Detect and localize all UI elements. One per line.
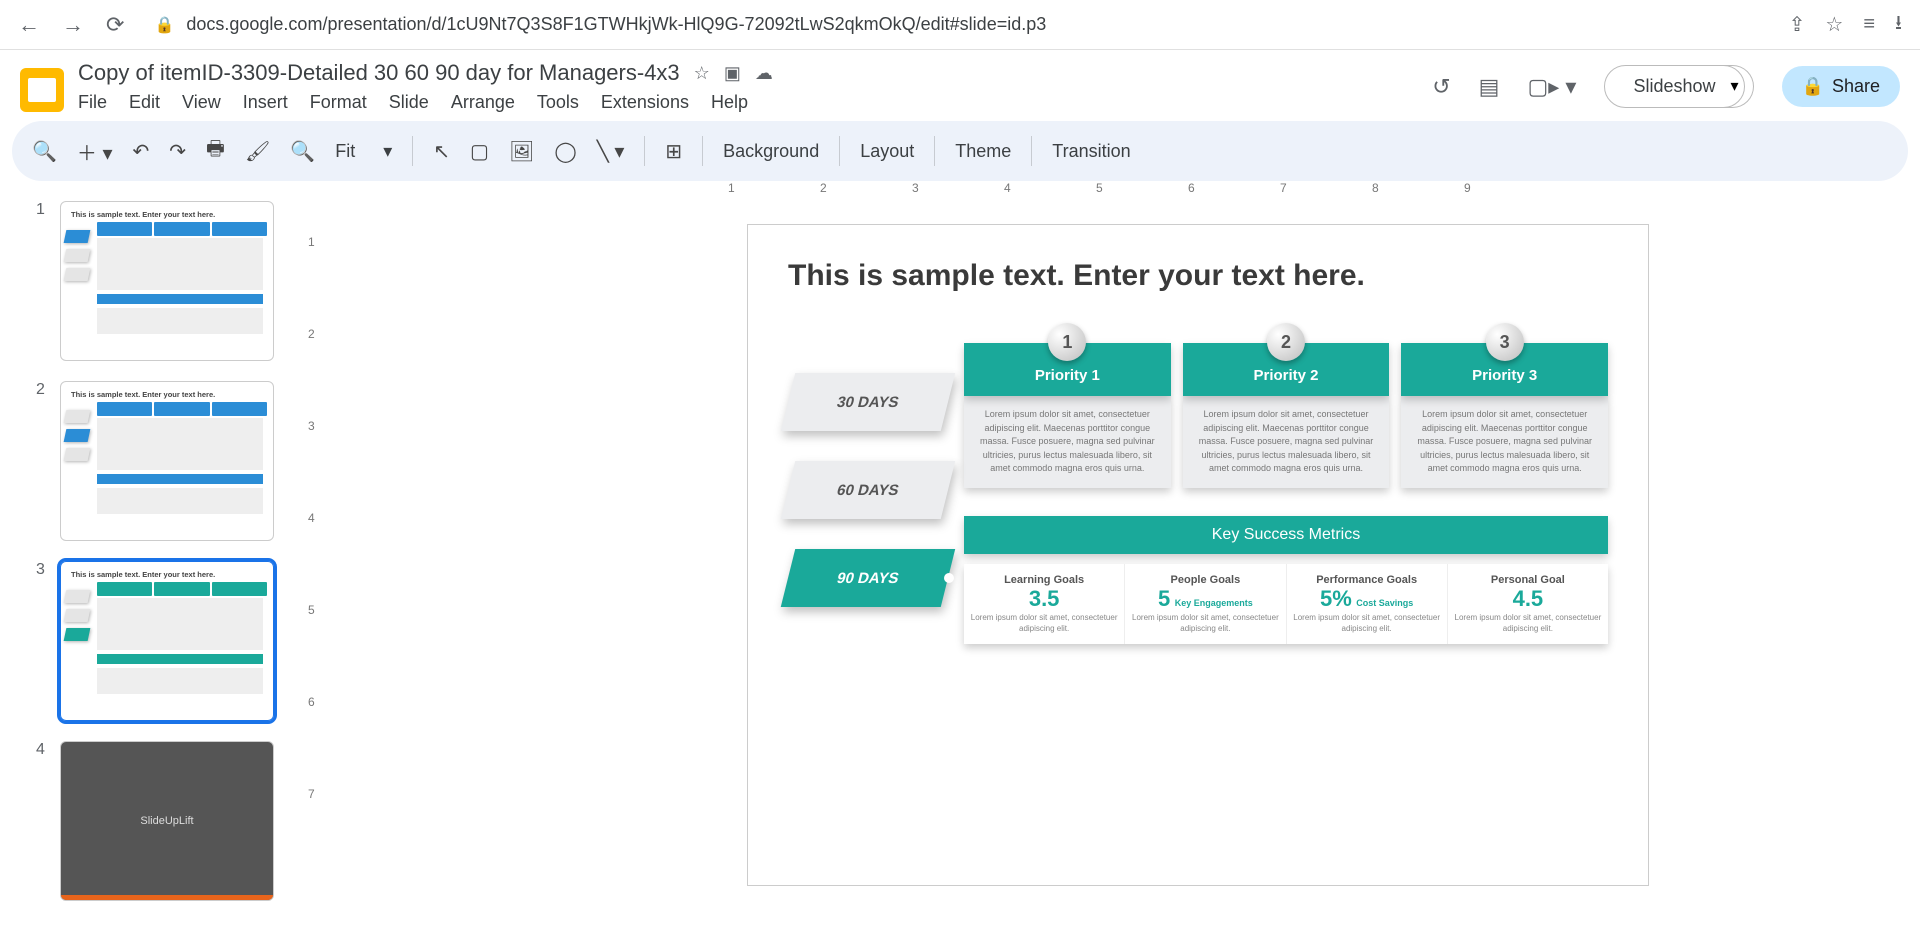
zoom-icon[interactable]: 🔍 (290, 139, 315, 164)
canvas-area: 123456789 1234567 This is sample text. E… (288, 181, 1920, 931)
ruler-vertical: 1234567 (308, 205, 328, 931)
transition-button[interactable]: Transition (1052, 141, 1130, 162)
metrics-header[interactable]: Key Success Metrics (964, 516, 1608, 554)
comments-icon[interactable]: ▤ (1479, 74, 1500, 100)
lock-icon: 🔒 (154, 15, 174, 35)
history-icon[interactable]: ↺ (1432, 74, 1450, 100)
slide-thumb-4[interactable]: SlideUpLift (60, 741, 274, 901)
menu-slide[interactable]: Slide (389, 92, 429, 113)
priority-column[interactable]: 2Priority 2 Lorem ipsum dolor sit amet, … (1183, 343, 1390, 488)
priority-badge: 2 (1267, 323, 1305, 361)
undo-button[interactable]: ↶ (133, 139, 150, 164)
slide-title[interactable]: This is sample text. Enter your text her… (788, 259, 1608, 293)
priority-text[interactable]: Lorem ipsum dolor sit amet, consectetuer… (1183, 396, 1390, 488)
back-button[interactable]: ← (18, 12, 40, 38)
tab-90-days[interactable]: 90 DAYS (781, 549, 955, 607)
workspace: 1 This is sample text. Enter your text h… (0, 181, 1920, 931)
star-icon[interactable]: ☆ (694, 63, 710, 84)
document-title[interactable]: Copy of itemID-3309-Detailed 30 60 90 da… (78, 60, 680, 86)
metric-column[interactable]: Performance Goals 5% Cost Savings Lorem … (1287, 564, 1448, 644)
download-icon[interactable]: ⭳ (1895, 8, 1902, 42)
image-tool[interactable]: 🖼 (509, 139, 534, 164)
slideshow-dropdown[interactable]: ▾ (1717, 65, 1754, 108)
menu-file[interactable]: File (78, 92, 107, 113)
slide-thumb-3[interactable]: This is sample text. Enter your text her… (60, 561, 274, 721)
menu-bar: File Edit View Insert Format Slide Arran… (78, 92, 1432, 113)
redo-button[interactable]: ↷ (169, 139, 186, 164)
background-button[interactable]: Background (723, 141, 819, 162)
priority-text[interactable]: Lorem ipsum dolor sit amet, consectetuer… (1401, 396, 1608, 488)
present-camera-icon[interactable]: ▢▸ ▾ (1527, 74, 1576, 100)
tab-30-days[interactable]: 30 DAYS (781, 373, 955, 431)
bookmark-icon[interactable]: ☆ (1825, 12, 1843, 37)
menu-edit[interactable]: Edit (129, 92, 160, 113)
cloud-status-icon[interactable]: ☁ (755, 63, 773, 84)
share-page-icon[interactable]: ⇪ (1789, 12, 1806, 37)
forward-button[interactable]: → (62, 12, 84, 38)
reading-list-icon[interactable]: ≡ (1863, 13, 1875, 36)
menu-extensions[interactable]: Extensions (601, 92, 689, 113)
slide-thumb-1[interactable]: This is sample text. Enter your text her… (60, 201, 274, 361)
edit-toolbar: 🔍 ＋ ▾ ↶ ↷ 🖶 🖌 🔍 Fit▾ ↖ ▢ 🖼 ◯ ╲ ▾ ⊞ Backg… (12, 121, 1908, 181)
lock-icon: 🔒 (1802, 76, 1824, 97)
reload-button[interactable]: ⟳ (106, 12, 124, 38)
ruler-horizontal: 123456789 (328, 181, 1920, 205)
app-header: Copy of itemID-3309-Detailed 30 60 90 da… (0, 50, 1920, 113)
paint-format-button[interactable]: 🖌 (245, 139, 270, 164)
search-icon[interactable]: 🔍 (32, 139, 57, 164)
line-tool[interactable]: ╲ ▾ (597, 139, 625, 164)
url-text: docs.google.com/presentation/d/1cU9Nt7Q3… (186, 14, 1046, 35)
metric-column[interactable]: Learning Goals 3.5 Lorem ipsum dolor sit… (964, 564, 1125, 644)
menu-tools[interactable]: Tools (537, 92, 579, 113)
select-tool[interactable]: ↖ (433, 139, 450, 164)
comment-add-button[interactable]: ⊞ (665, 139, 682, 164)
shape-tool[interactable]: ◯ (554, 139, 576, 164)
priority-column[interactable]: 1Priority 1 Lorem ipsum dolor sit amet, … (964, 343, 1171, 488)
menu-help[interactable]: Help (711, 92, 748, 113)
metric-column[interactable]: Personal Goal 4.5 Lorem ipsum dolor sit … (1448, 564, 1608, 644)
theme-button[interactable]: Theme (955, 141, 1011, 162)
share-button[interactable]: 🔒 Share (1782, 66, 1900, 107)
priority-badge: 3 (1486, 323, 1524, 361)
priority-text[interactable]: Lorem ipsum dolor sit amet, consectetuer… (964, 396, 1171, 488)
slide-filmstrip: 1 This is sample text. Enter your text h… (0, 181, 288, 931)
textbox-tool[interactable]: ▢ (470, 139, 489, 164)
tab-60-days[interactable]: 60 DAYS (781, 461, 955, 519)
address-bar[interactable]: 🔒 docs.google.com/presentation/d/1cU9Nt7… (146, 14, 1766, 35)
layout-button[interactable]: Layout (860, 141, 914, 162)
menu-view[interactable]: View (182, 92, 221, 113)
zoom-dropdown[interactable]: Fit▾ (335, 141, 392, 162)
slide-thumb-2[interactable]: This is sample text. Enter your text her… (60, 381, 274, 541)
print-button[interactable]: 🖶 (206, 134, 225, 168)
menu-insert[interactable]: Insert (243, 92, 288, 113)
priority-column[interactable]: 3Priority 3 Lorem ipsum dolor sit amet, … (1401, 343, 1608, 488)
browser-toolbar: ← → ⟳ 🔒 docs.google.com/presentation/d/1… (0, 0, 1920, 50)
metric-column[interactable]: People Goals 5 Key Engagements Lorem ips… (1125, 564, 1286, 644)
menu-arrange[interactable]: Arrange (451, 92, 515, 113)
priority-badge: 1 (1048, 323, 1086, 361)
slides-logo-icon[interactable] (20, 68, 64, 112)
canvas-scroll[interactable]: This is sample text. Enter your text her… (328, 205, 1920, 931)
move-icon[interactable]: ▣ (724, 63, 741, 84)
slide-canvas[interactable]: This is sample text. Enter your text her… (748, 225, 1648, 885)
new-slide-button[interactable]: ＋ ▾ (77, 137, 113, 166)
menu-format[interactable]: Format (310, 92, 367, 113)
